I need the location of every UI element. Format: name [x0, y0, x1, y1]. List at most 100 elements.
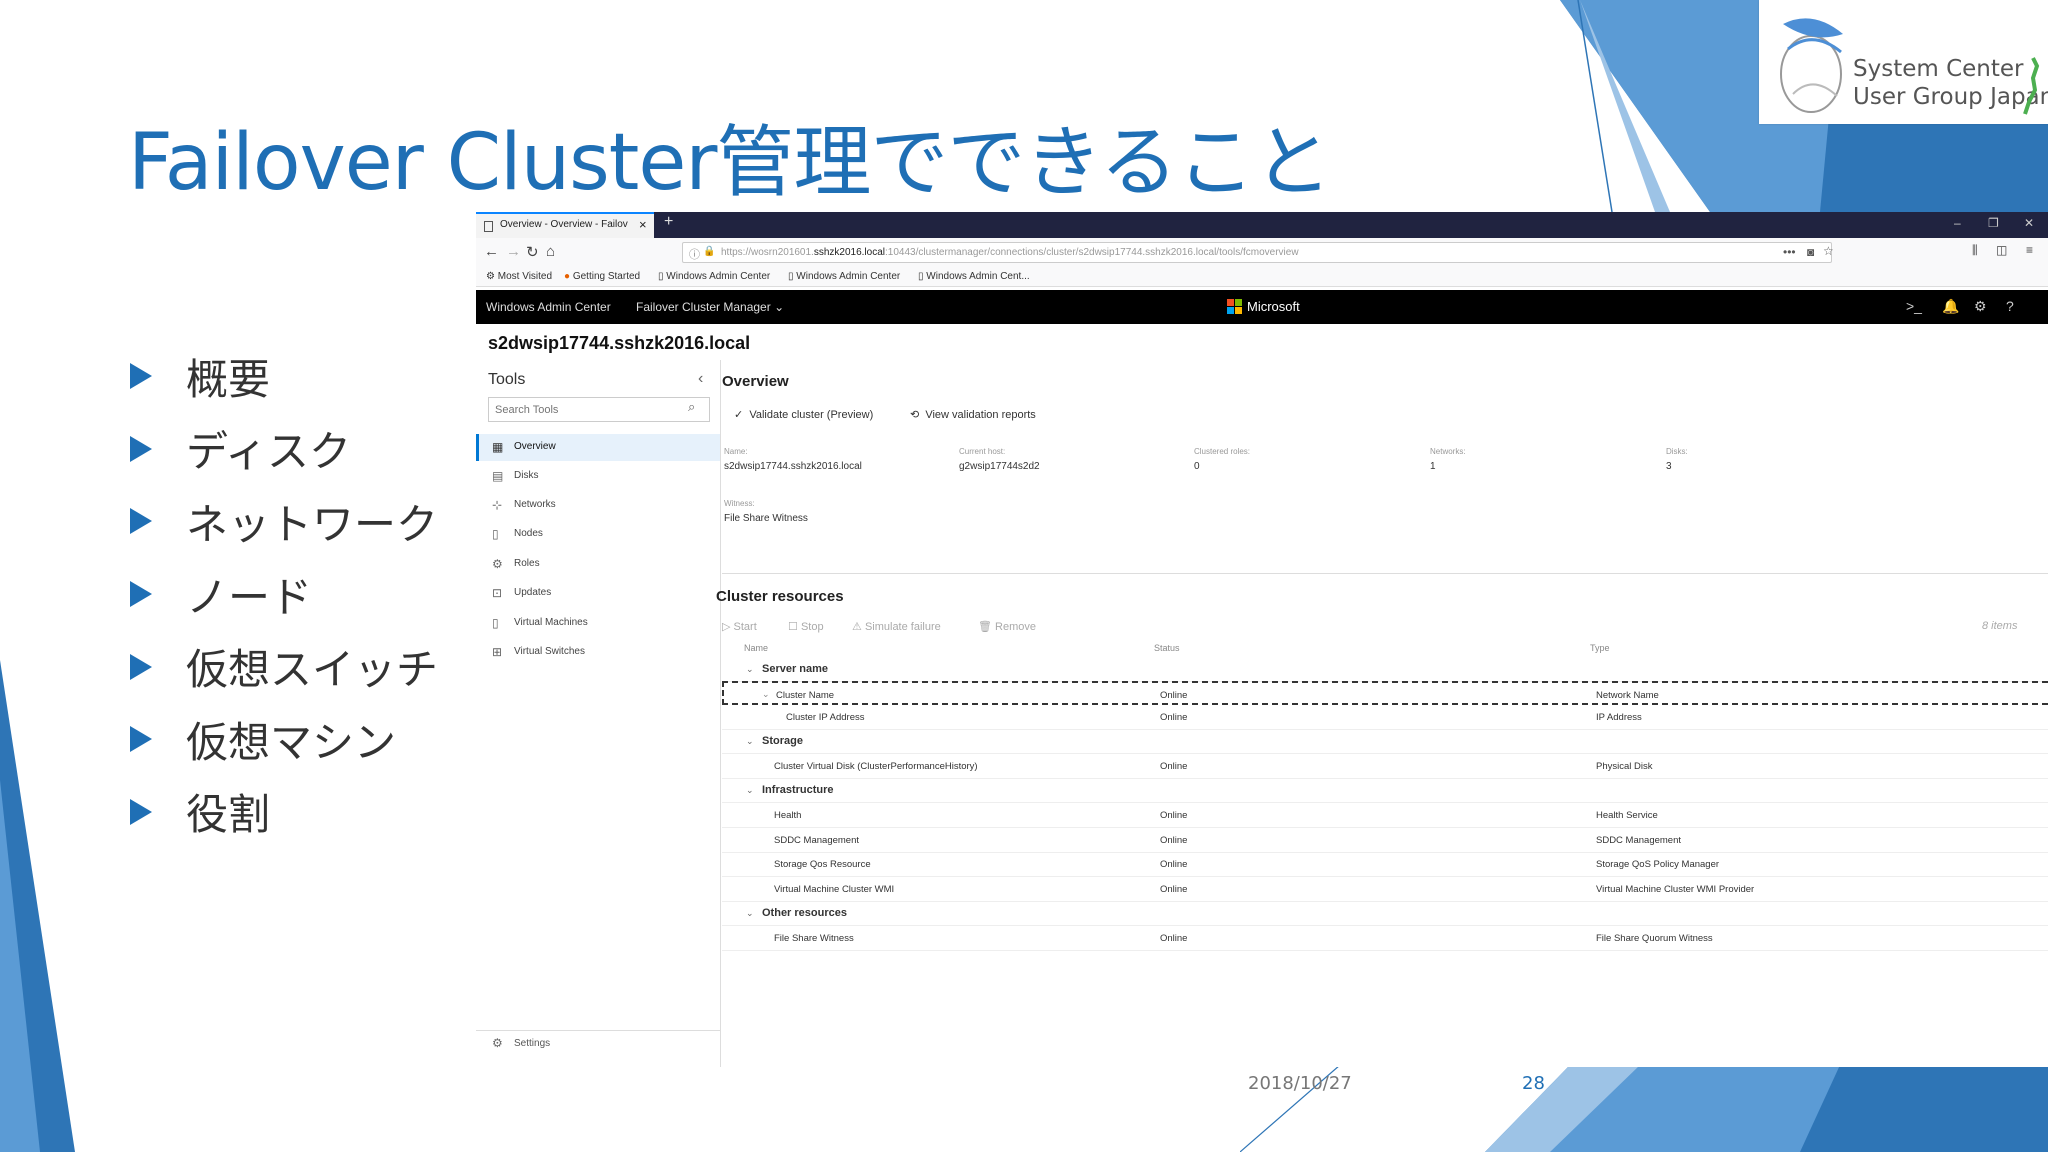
bullet-item: 役割 — [130, 776, 438, 849]
switch-icon: ⊞ — [492, 645, 503, 659]
tool-menu-dropdown[interactable]: Failover Cluster Manager ⌄ — [636, 300, 784, 314]
address-bar[interactable]: ⓘ 🔒 https://wosrn201601.sshzk2016.local:… — [682, 242, 1834, 263]
browser-tab[interactable]: Overview - Overview - Failover × — [476, 212, 654, 238]
forward-icon[interactable]: → — [506, 243, 521, 260]
remove-button[interactable]: 🗑 Remove — [978, 620, 1036, 633]
minimize-icon[interactable]: – — [1954, 216, 1961, 230]
validate-cluster-button[interactable]: ✓ Validate cluster (Preview) — [734, 408, 873, 421]
collapse-chevron-icon[interactable]: ‹ — [698, 370, 703, 388]
chevron-down-icon: ⌄ — [746, 664, 754, 674]
field-label: Networks: — [1430, 447, 1466, 456]
sidebar-item-virtual-switches[interactable]: ⊞ Virtual Switches — [476, 639, 720, 666]
field-label: Current host: — [959, 447, 1006, 456]
notifications-icon[interactable]: 🔔 — [1942, 298, 1959, 315]
table-row[interactable]: File Share Witness Online File Share Quo… — [722, 926, 2048, 951]
globe-logo-icon — [1780, 18, 1843, 113]
sidebar-item-updates[interactable]: ⊡ Updates — [476, 580, 720, 607]
menu-icon[interactable]: ≡ — [2026, 243, 2033, 257]
stop-button[interactable]: ☐ Stop — [788, 620, 824, 633]
bullet-item: ネットワーク — [130, 485, 438, 558]
bookmark-wac-2[interactable]: ▯ Windows Admin Center — [788, 271, 900, 282]
library-icon[interactable]: ⫼ — [1972, 243, 1978, 258]
sidebar-item-disks[interactable]: ▤ Disks — [476, 463, 720, 490]
tools-sidebar: Tools ‹ ⌕ ▦Overview ▤Disks ⊹Networks ▯No… — [476, 360, 721, 1067]
column-header-status[interactable]: Status — [1154, 643, 1180, 653]
sidebar-item-roles[interactable]: ⚙ Roles — [476, 551, 720, 578]
bullet-arrow-icon — [130, 653, 152, 680]
chevron-down-icon: ⌄ — [746, 736, 754, 746]
bookmark-getting-started[interactable]: ● Getting Started — [564, 271, 640, 282]
table-row[interactable]: Health Online Health Service — [722, 803, 2048, 828]
sidebar-item-networks[interactable]: ⊹ Networks — [476, 492, 720, 519]
chevron-down-icon: ⌄ — [774, 300, 785, 314]
home-icon[interactable]: ⌂ — [546, 243, 555, 260]
restore-icon[interactable]: ❐ — [1988, 216, 1999, 230]
pocket-icon[interactable]: ◙ — [1807, 245, 1814, 259]
group-row-storage[interactable]: ⌄ Storage — [722, 729, 2048, 754]
sidebar-item-virtual-machines[interactable]: ▯ Virtual Machines — [476, 610, 720, 637]
url-path: :10443/clustermanager/connections/cluste… — [885, 247, 1299, 258]
bookmark-wac-1[interactable]: ▯ Windows Admin Center — [658, 271, 770, 282]
bookmark-wac-3[interactable]: ▯ Windows Admin Cent... — [918, 271, 1030, 282]
japan-map-icon — [2023, 57, 2040, 115]
table-row[interactable]: Cluster IP Address Online IP Address — [722, 705, 2048, 730]
help-icon[interactable]: ? — [2006, 298, 2014, 314]
bullet-arrow-icon — [130, 581, 152, 608]
search-tools-input[interactable] — [488, 397, 710, 422]
table-row[interactable]: ⌄ Cluster Name Online Network Name — [722, 681, 2048, 705]
wac-app-name[interactable]: Windows Admin Center — [486, 300, 611, 314]
witness-label: Witness: — [724, 499, 755, 508]
disk-icon: ▤ — [492, 469, 504, 483]
url-prefix: https://wosrn201601. — [721, 247, 814, 258]
reload-icon[interactable]: ↻ — [526, 243, 539, 261]
group-row-other-resources[interactable]: ⌄ Other resources — [722, 901, 2048, 926]
close-tab-icon[interactable]: × — [639, 217, 647, 232]
logo-line-1: System Center — [1853, 56, 2024, 82]
table-row[interactable]: SDDC Management Online SDDC Management — [722, 828, 2048, 853]
field-label: Clustered roles: — [1194, 447, 1251, 456]
slide-decoration-bottom-right — [1240, 1065, 2048, 1152]
gear-icon: ⚙ — [492, 1036, 503, 1050]
bullet-arrow-icon — [130, 435, 152, 462]
table-row[interactable]: Cluster Virtual Disk (ClusterPerformance… — [722, 754, 2048, 779]
overview-icon: ▦ — [492, 440, 504, 454]
group-row-server-name[interactable]: ⌄ Server name — [722, 657, 2048, 682]
search-icon[interactable]: ⌕ — [688, 399, 695, 415]
group-row-infrastructure[interactable]: ⌄ Infrastructure — [722, 778, 2048, 803]
wac-header: Windows Admin Center Failover Cluster Ma… — [476, 290, 2048, 324]
sidebar-item-nodes[interactable]: ▯ Nodes — [476, 521, 720, 548]
column-header-name[interactable]: Name — [744, 643, 768, 653]
chevron-down-icon: ⌄ — [746, 785, 754, 795]
new-tab-icon[interactable]: + — [664, 213, 673, 231]
terminal-icon[interactable]: >_ — [1906, 298, 1922, 314]
field-value: 1 — [1430, 461, 1436, 472]
vm-icon: ▯ — [492, 616, 499, 630]
bullet-item: 仮想マシン — [130, 703, 438, 776]
bullet-arrow-icon — [130, 798, 152, 825]
simulate-failure-button[interactable]: ⚠ Simulate failure — [852, 620, 941, 633]
bullet-item: 仮想スイッチ — [130, 630, 438, 703]
checkmark-icon: ✓ — [734, 409, 744, 421]
close-window-icon[interactable]: ✕ — [2024, 216, 2034, 230]
slide-page-number: 28 — [1522, 1073, 1545, 1094]
column-header-type[interactable]: Type — [1590, 643, 1610, 653]
back-icon[interactable]: ← — [484, 243, 499, 260]
table-row[interactable]: Virtual Machine Cluster WMI Online Virtu… — [722, 877, 2048, 902]
sidebar-toggle-icon[interactable]: ◫ — [1996, 243, 2007, 257]
bookmark-star-icon[interactable]: ☆ — [1823, 244, 1834, 258]
item-count: 8 items — [1982, 620, 2018, 632]
stop-icon: ☐ — [788, 621, 798, 633]
page-actions-icon[interactable]: ••• — [1783, 245, 1796, 259]
cluster-resources-title: Cluster resources — [716, 588, 844, 605]
start-button[interactable]: ▷ Start — [722, 620, 757, 633]
table-row[interactable]: Storage Qos Resource Online Storage QoS … — [722, 852, 2048, 877]
sidebar-item-overview[interactable]: ▦ Overview — [476, 434, 720, 461]
sc-user-group-logo: System Center User Group Japan — [1759, 0, 2048, 124]
bookmark-most-visited[interactable]: ⚙ Most Visited — [486, 271, 552, 282]
settings-gear-icon[interactable]: ⚙ — [1974, 298, 1987, 315]
sidebar-item-settings[interactable]: ⚙ Settings — [476, 1030, 720, 1055]
browser-tab-bar: Overview - Overview - Failover × + – ❐ ✕ — [476, 212, 2048, 238]
info-icon[interactable]: ⓘ — [689, 246, 700, 262]
view-validation-reports-button[interactable]: ⟲ View validation reports — [910, 408, 1036, 421]
windows-logo-icon — [1227, 299, 1242, 314]
